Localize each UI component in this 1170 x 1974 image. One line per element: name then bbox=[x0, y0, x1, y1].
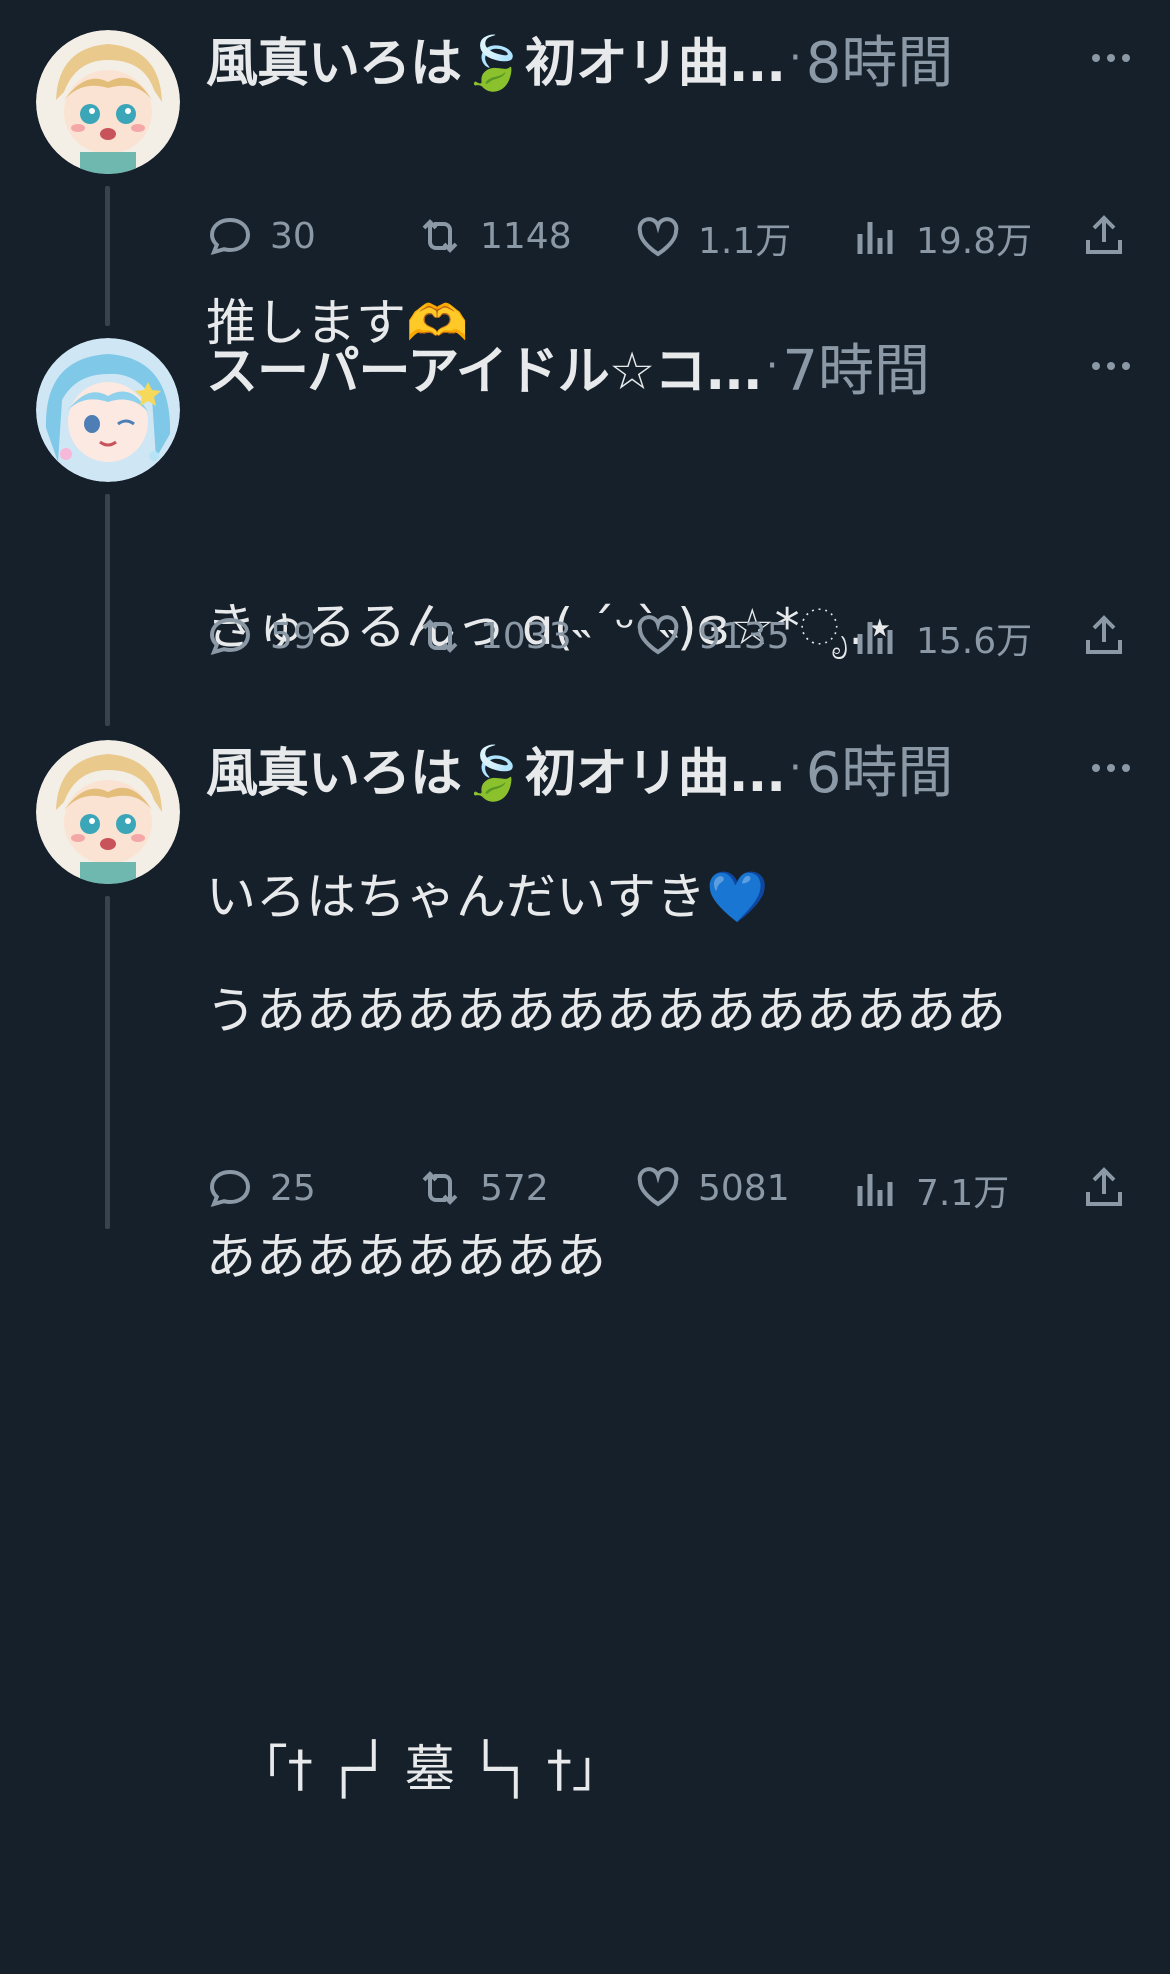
like-button[interactable]: 1.1万 bbox=[634, 212, 791, 264]
avatar[interactable] bbox=[36, 338, 180, 482]
reply-button[interactable]: 59 bbox=[206, 612, 316, 660]
tweet-header: スーパーアイドル☆コ... · 7時間 bbox=[206, 336, 930, 404]
share-button[interactable] bbox=[1080, 1164, 1144, 1212]
tweet-text-line: 「† ┌┘ 墓 └┐ †」 bbox=[206, 1740, 622, 1798]
more-options-icon[interactable] bbox=[1092, 764, 1130, 772]
reply-button[interactable]: 30 bbox=[206, 212, 316, 260]
iroha-avatar-image bbox=[36, 30, 180, 174]
views-count: 7.1万 bbox=[916, 1173, 1010, 1214]
views-icon bbox=[857, 622, 893, 654]
avatar[interactable] bbox=[36, 30, 180, 174]
heart-icon bbox=[637, 217, 679, 257]
thread-line bbox=[105, 494, 110, 726]
views-icon bbox=[857, 222, 893, 254]
views-count: 19.8万 bbox=[916, 221, 1033, 262]
avatar[interactable] bbox=[36, 740, 180, 884]
views-icon bbox=[857, 1174, 893, 1206]
reply-icon bbox=[209, 217, 251, 256]
like-count: 1.1万 bbox=[698, 221, 792, 262]
views-button[interactable]: 19.8万 bbox=[852, 212, 1032, 264]
retweet-button[interactable]: 572 bbox=[416, 1164, 549, 1212]
separator-dot: · bbox=[789, 35, 802, 81]
retweet-count: 1148 bbox=[480, 215, 572, 257]
heart-icon bbox=[637, 1167, 679, 1207]
retweet-count: 1033 bbox=[480, 615, 572, 657]
tweet-text-line: うあああああああああああああああ bbox=[206, 982, 1006, 1040]
iroha-avatar-image bbox=[36, 740, 180, 884]
retweet-count: 572 bbox=[480, 1167, 549, 1209]
heart-icon bbox=[637, 615, 679, 655]
separator-dot: · bbox=[789, 745, 802, 791]
retweet-icon bbox=[422, 219, 458, 253]
separator-dot: · bbox=[765, 343, 779, 389]
action-bar: 30 1148 1.1万 19.8万 bbox=[206, 212, 1128, 262]
like-count: 5081 bbox=[698, 1167, 790, 1209]
reply-icon bbox=[209, 1169, 251, 1208]
display-name[interactable]: 風真いろは🍃初オリ曲... bbox=[206, 731, 786, 806]
retweet-icon bbox=[422, 619, 458, 653]
reply-icon bbox=[209, 617, 251, 656]
retweet-button[interactable]: 1148 bbox=[416, 212, 572, 260]
display-name[interactable]: スーパーアイドル☆コ... bbox=[206, 329, 763, 404]
like-count: 9135 bbox=[698, 615, 790, 657]
tweet-header: 風真いろは🍃初オリ曲... · 8時間 bbox=[206, 28, 953, 96]
thread-line bbox=[105, 186, 110, 326]
tweet-text-line: ああああああああ bbox=[206, 1228, 606, 1286]
views-count: 15.6万 bbox=[916, 621, 1033, 662]
share-icon bbox=[1086, 215, 1122, 254]
share-icon bbox=[1086, 615, 1122, 654]
retweet-icon bbox=[422, 1171, 458, 1205]
action-bar: 59 1033 9135 15.6万 bbox=[206, 612, 1128, 662]
views-button[interactable]: 7.1万 bbox=[852, 1164, 1009, 1216]
tweet-text-line bbox=[206, 1462, 1006, 1544]
display-name[interactable]: 風真いろは🍃初オリ曲... bbox=[206, 21, 786, 96]
more-options-icon[interactable] bbox=[1092, 54, 1130, 62]
like-button[interactable]: 5081 bbox=[634, 1164, 790, 1212]
timestamp[interactable]: 8時間 bbox=[806, 18, 954, 99]
reply-count: 30 bbox=[270, 215, 316, 257]
tweet-text: うあああああああああああああああ ああああああああ 「† ┌┘ 墓 └┐ †」 bbox=[206, 806, 1006, 1974]
timestamp[interactable]: 6時間 bbox=[806, 728, 954, 809]
thread-line bbox=[105, 896, 110, 1229]
share-icon bbox=[1086, 1167, 1122, 1206]
action-bar: 25 572 5081 7.1万 bbox=[206, 1164, 1128, 1214]
like-button[interactable]: 9135 bbox=[634, 612, 790, 660]
tweet-header: 風真いろは🍃初オリ曲... · 6時間 bbox=[206, 738, 953, 806]
more-options-icon[interactable] bbox=[1092, 362, 1130, 370]
share-button[interactable] bbox=[1080, 212, 1144, 260]
reply-button[interactable]: 25 bbox=[206, 1164, 316, 1212]
idol-avatar-image bbox=[36, 338, 180, 482]
share-button[interactable] bbox=[1080, 612, 1144, 660]
timestamp[interactable]: 7時間 bbox=[782, 326, 930, 407]
retweet-button[interactable]: 1033 bbox=[416, 612, 572, 660]
reply-count: 25 bbox=[270, 1167, 316, 1209]
views-button[interactable]: 15.6万 bbox=[852, 612, 1032, 664]
reply-count: 59 bbox=[270, 615, 316, 657]
